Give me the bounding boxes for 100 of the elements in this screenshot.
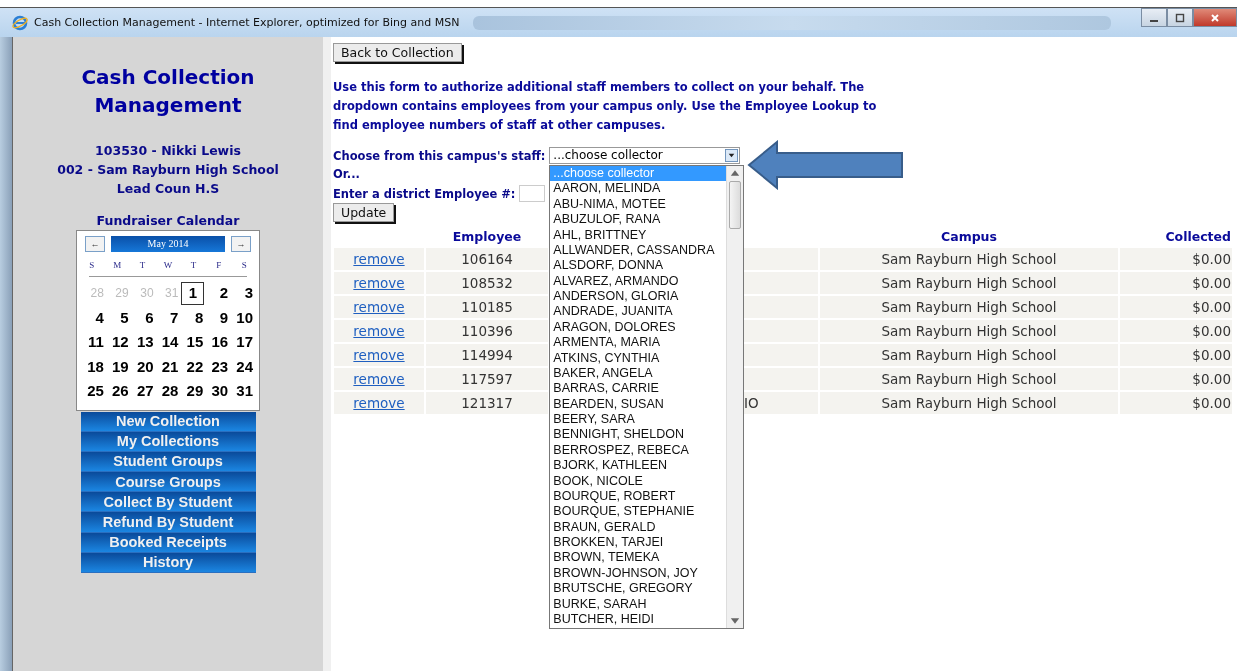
dropdown-option[interactable]: BROWN-JOHNSON, JOY bbox=[550, 565, 727, 582]
app-title: Cash Collection Management bbox=[80, 64, 256, 119]
dropdown-option[interactable]: BURKE, SARAH bbox=[550, 596, 727, 612]
nav-button[interactable]: Refund By Student bbox=[80, 512, 256, 533]
dropdown-option[interactable]: ALSDORF, DONNA bbox=[550, 258, 727, 274]
calendar-day[interactable]: 18 bbox=[81, 354, 106, 379]
calendar-day[interactable]: 6 bbox=[130, 305, 156, 330]
nav-button[interactable]: My Collections bbox=[80, 431, 256, 452]
employee-number-field[interactable] bbox=[519, 185, 546, 202]
column-header: Employee bbox=[452, 229, 522, 244]
calendar-day[interactable]: 16 bbox=[205, 330, 231, 355]
dropdown-option[interactable]: ANDERSON, GLORIA bbox=[550, 289, 727, 305]
nav-button[interactable]: New Collection bbox=[80, 411, 256, 432]
calendar-day[interactable]: 4 bbox=[81, 305, 106, 330]
table-cell: 121317 bbox=[461, 395, 513, 411]
user-info-line: 103530 - Nikki Lewis bbox=[94, 142, 242, 160]
dropdown-option[interactable]: BROWN, TEMEKA bbox=[550, 550, 727, 566]
dropdown-option[interactable]: BEERY, SARA bbox=[550, 412, 727, 428]
previous-month-button[interactable]: ← bbox=[85, 236, 105, 252]
dropdown-option[interactable]: AHL, BRITTNEY bbox=[550, 227, 727, 243]
calendar-day[interactable]: 23 bbox=[205, 354, 231, 379]
table-cell: Sam Rayburn High School bbox=[881, 299, 1057, 315]
table-cell: $0.00 bbox=[1192, 395, 1231, 411]
dropdown-option[interactable]: ARAGON, DOLORES bbox=[550, 319, 727, 336]
nav-button[interactable]: History bbox=[80, 552, 256, 573]
dropdown-option[interactable]: BEARDEN, SUSAN bbox=[550, 396, 727, 412]
scrollbar-thumb[interactable] bbox=[729, 181, 742, 229]
update-button[interactable]: Update bbox=[333, 203, 395, 222]
calendar-title: Fundraiser Calendar bbox=[96, 213, 240, 228]
calendar-day[interactable]: 14 bbox=[155, 330, 181, 355]
table-cell: $0.00 bbox=[1192, 347, 1231, 363]
calendar-day[interactable]: 26 bbox=[105, 379, 131, 404]
minimize-icon bbox=[1150, 19, 1158, 22]
dropdown-option[interactable]: BOOK, NICOLE bbox=[550, 473, 727, 489]
calendar-day[interactable]: 8 bbox=[180, 305, 206, 330]
calendar-day[interactable]: 12 bbox=[105, 330, 131, 355]
weekday-label: W bbox=[162, 260, 174, 270]
nav-button[interactable]: Student Groups bbox=[80, 451, 256, 473]
calendar-day[interactable]: 5 bbox=[105, 305, 131, 330]
calendar-day[interactable]: 25 bbox=[81, 379, 106, 404]
calendar-day[interactable]: 13 bbox=[130, 330, 156, 355]
calendar-day[interactable]: 20 bbox=[130, 354, 156, 379]
nav-button[interactable]: Collect By Student bbox=[80, 492, 256, 513]
table-cell: Sam Rayburn High School bbox=[881, 275, 1057, 291]
calendar-day[interactable]: 27 bbox=[130, 379, 156, 404]
minimize-button[interactable] bbox=[1141, 8, 1167, 27]
dropdown-option[interactable]: BERROSPEZ, REBECA bbox=[550, 442, 727, 459]
calendar-day[interactable]: 31 bbox=[230, 379, 255, 404]
employee-number-label: Enter a district Employee #: bbox=[333, 186, 516, 201]
dropdown-option[interactable]: ABUZULOF, RANA bbox=[550, 212, 727, 228]
dropdown-option[interactable]: ATKINS, CYNTHIA bbox=[550, 350, 727, 366]
calendar-day[interactable]: 21 bbox=[155, 354, 181, 379]
nav-button[interactable]: Booked Receipts bbox=[80, 532, 256, 553]
next-month-button[interactable]: → bbox=[231, 236, 251, 252]
maximize-button[interactable] bbox=[1167, 8, 1193, 27]
dropdown-option[interactable]: BOURQUE, ROBERT bbox=[550, 488, 727, 505]
dropdown-option[interactable]: ALVAREZ, ARMANDO bbox=[550, 273, 727, 289]
calendar-day[interactable]: 1 bbox=[180, 281, 206, 306]
calendar-day[interactable]: 17 bbox=[230, 330, 255, 355]
dropdown-option[interactable]: BUTCHER, HEIDI bbox=[550, 611, 727, 628]
calendar-day[interactable]: 10 bbox=[230, 305, 255, 330]
dropdown-option[interactable]: BARRAS, CARRIE bbox=[550, 381, 727, 397]
calendar-day[interactable]: 11 bbox=[81, 330, 106, 355]
dropdown-option[interactable]: AARON, MELINDA bbox=[550, 181, 727, 197]
calendar-day[interactable]: 24 bbox=[230, 354, 255, 379]
table-cell: 108532 bbox=[461, 275, 513, 291]
dropdown-option[interactable]: BROKKEN, TARJEI bbox=[550, 535, 727, 551]
table-cell: $0.00 bbox=[1192, 299, 1231, 315]
back-button[interactable]: Back to Collection bbox=[333, 43, 462, 62]
nav-button[interactable]: Course Groups bbox=[80, 472, 256, 493]
dropdown-option[interactable]: ARMENTA, MARIA bbox=[550, 335, 727, 351]
dropdown-option[interactable]: BOURQUE, STEPHANIE bbox=[550, 504, 727, 520]
table-cell: IO bbox=[744, 395, 759, 411]
calendar-day[interactable]: 9 bbox=[205, 305, 231, 330]
table-cell: $0.00 bbox=[1192, 371, 1231, 387]
calendar-day[interactable]: 19 bbox=[105, 354, 131, 379]
calendar-day[interactable]: 7 bbox=[155, 305, 181, 330]
table-cell: Sam Rayburn High School bbox=[881, 323, 1057, 339]
calendar-day[interactable]: 29 bbox=[180, 379, 206, 404]
dropdown-option[interactable]: BRUTSCHE, GREGORY bbox=[550, 581, 727, 597]
calendar-day[interactable]: 2 bbox=[205, 281, 231, 306]
calendar-day[interactable]: 15 bbox=[180, 330, 206, 355]
dropdown-option[interactable]: ALLWANDER, CASSANDRA bbox=[550, 242, 727, 259]
dropdown-option[interactable]: BAKER, ANGELA bbox=[550, 365, 727, 382]
table-cell: $0.00 bbox=[1192, 323, 1231, 339]
window-title: Cash Collection Management - Internet Explorer, optimized for Bing and MSN bbox=[34, 16, 460, 29]
dropdown-option[interactable]: BJORK, KATHLEEN bbox=[550, 458, 727, 474]
calendar-day[interactable]: 30 bbox=[205, 379, 231, 404]
close-button[interactable] bbox=[1193, 8, 1237, 27]
calendar-day[interactable]: 22 bbox=[180, 354, 206, 379]
scrollbar[interactable] bbox=[726, 166, 744, 628]
dropdown-option[interactable]: BRAUN, GERALD bbox=[550, 519, 727, 535]
table-cell: Sam Rayburn High School bbox=[881, 371, 1057, 387]
dropdown-option[interactable]: ANDRADE, JUANITA bbox=[550, 304, 727, 320]
calendar-day[interactable]: 28 bbox=[155, 379, 181, 404]
calendar-day[interactable]: 3 bbox=[230, 281, 255, 306]
dropdown-option[interactable]: ABU-NIMA, MOTEE bbox=[550, 196, 727, 213]
dropdown-option[interactable]: BENNIGHT, SHELDON bbox=[550, 427, 727, 443]
dropdown-caret-icon bbox=[725, 149, 738, 162]
choose-label: Choose from this campus's staff: bbox=[333, 148, 546, 163]
